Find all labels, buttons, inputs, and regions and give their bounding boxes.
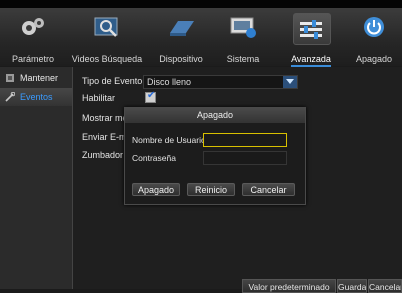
password-label: Contraseña bbox=[132, 153, 176, 163]
chevron-down-icon[interactable] bbox=[283, 76, 297, 88]
dialog-title: Apagado bbox=[125, 108, 305, 123]
system-info-icon bbox=[230, 17, 256, 38]
save-button[interactable]: Guardar bbox=[337, 279, 367, 293]
tab-label: Videos Búsqueda bbox=[71, 54, 143, 64]
tab-avanzada[interactable]: Avanzada bbox=[276, 8, 346, 67]
top-strip bbox=[0, 0, 402, 8]
sidebar: Mantener Eventos bbox=[0, 67, 73, 289]
video-search-icon bbox=[94, 17, 118, 37]
shutdown-dialog: Apagado Nombre de Usuario Contraseña Apa… bbox=[124, 107, 306, 205]
restart-button[interactable]: Reinicio bbox=[187, 183, 235, 196]
main-menu-bar: Parámetro Videos Búsqueda Dispositivo Si… bbox=[0, 8, 402, 67]
power-icon bbox=[364, 17, 384, 37]
event-type-select[interactable]: Disco lleno bbox=[143, 75, 298, 89]
sidebar-item-eventos[interactable]: Eventos bbox=[0, 88, 72, 106]
tab-label: Parámetro bbox=[11, 54, 55, 64]
wrench-icon bbox=[5, 92, 15, 102]
bottom-cancel-button[interactable]: Cancelar bbox=[368, 279, 402, 293]
sidebar-item-label: Eventos bbox=[20, 92, 53, 102]
sliders-icon bbox=[300, 20, 322, 39]
tab-label: Apagado bbox=[355, 54, 393, 64]
tab-videos-busqueda[interactable]: Videos Búsqueda bbox=[70, 8, 144, 66]
sidebar-item-label: Mantener bbox=[20, 73, 59, 83]
sidebar-item-mantener[interactable]: Mantener bbox=[0, 69, 72, 87]
maintenance-icon bbox=[6, 74, 14, 82]
tab-sistema[interactable]: Sistema bbox=[212, 8, 274, 66]
gears-icon bbox=[22, 18, 44, 35]
enable-label: Habilitar bbox=[82, 93, 116, 103]
default-value-button[interactable]: Valor predeterminado bbox=[242, 279, 336, 293]
username-label: Nombre de Usuario bbox=[132, 135, 206, 145]
tab-label: Avanzada bbox=[291, 54, 331, 64]
username-input[interactable] bbox=[203, 133, 287, 147]
hard-drive-icon bbox=[170, 21, 194, 36]
tab-parametro[interactable]: Parámetro bbox=[0, 8, 66, 66]
tab-apagado[interactable]: Apagado bbox=[346, 8, 402, 66]
checkmark-icon: ✔ bbox=[147, 90, 156, 101]
password-input[interactable] bbox=[203, 151, 287, 165]
event-type-label: Tipo de Evento bbox=[82, 76, 143, 86]
shutdown-button[interactable]: Apagado bbox=[132, 183, 180, 196]
event-type-value: Disco lleno bbox=[147, 77, 192, 87]
cancel-button[interactable]: Cancelar bbox=[242, 183, 295, 196]
tab-label: Sistema bbox=[226, 54, 260, 64]
enable-checkbox[interactable]: ✔ bbox=[145, 90, 156, 103]
tab-label: Dispositivo bbox=[159, 54, 203, 64]
buzzer-label: Zumbador bbox=[82, 150, 124, 160]
tab-dispositivo[interactable]: Dispositivo bbox=[148, 8, 214, 66]
